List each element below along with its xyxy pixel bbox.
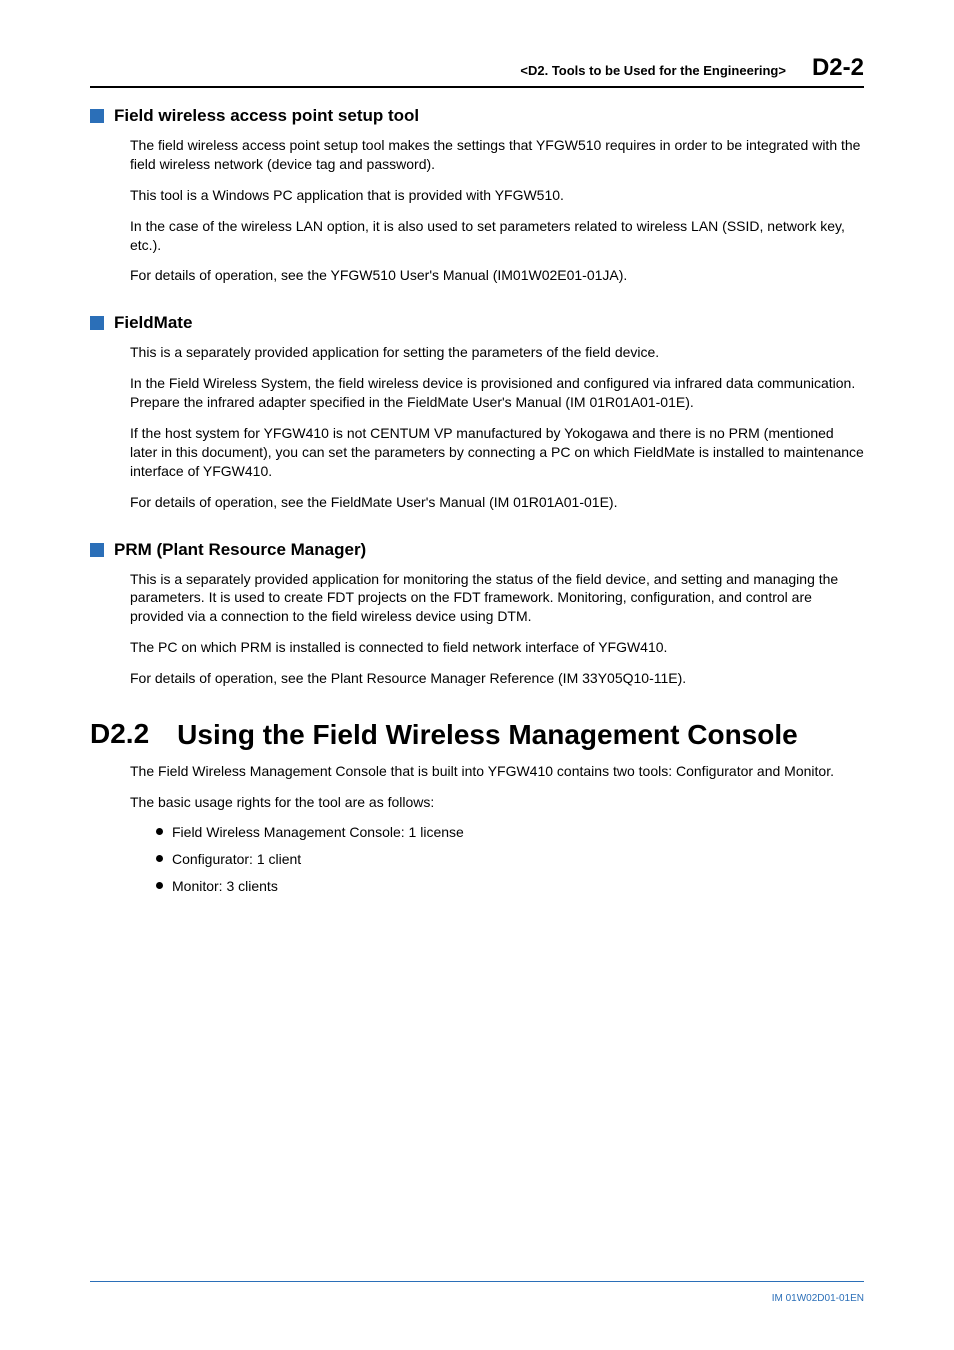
square-bullet-icon xyxy=(90,543,104,557)
chapter-number: D2.2 xyxy=(90,718,149,752)
paragraph: If the host system for YFGW410 is not CE… xyxy=(130,424,864,481)
paragraph: For details of operation, see the FieldM… xyxy=(130,493,864,512)
list-item: Field Wireless Management Console: 1 lic… xyxy=(156,823,864,842)
section-heading: FieldMate xyxy=(90,313,864,333)
paragraph: The Field Wireless Management Console th… xyxy=(130,762,864,781)
footer: IM 01W02D01-01EN xyxy=(90,1281,864,1306)
section-prm: PRM (Plant Resource Manager) This is a s… xyxy=(90,540,864,688)
chapter-title: Using the Field Wireless Management Cons… xyxy=(177,718,798,752)
section-title: PRM (Plant Resource Manager) xyxy=(114,540,366,560)
header-line: <D2. Tools to be Used for the Engineerin… xyxy=(90,54,864,88)
section-heading: Field wireless access point setup tool xyxy=(90,106,864,126)
section-title: Field wireless access point setup tool xyxy=(114,106,419,126)
paragraph: For details of operation, see the YFGW51… xyxy=(130,266,864,285)
paragraph: In the Field Wireless System, the field … xyxy=(130,374,864,412)
paragraph: This is a separately provided applicatio… xyxy=(130,343,864,362)
square-bullet-icon xyxy=(90,316,104,330)
paragraph: The basic usage rights for the tool are … xyxy=(130,793,864,812)
list-item: Configurator: 1 client xyxy=(156,850,864,869)
paragraph: The field wireless access point setup to… xyxy=(130,136,864,174)
section-fieldmate: FieldMate This is a separately provided … xyxy=(90,313,864,511)
footer-text: IM 01W02D01-01EN xyxy=(772,1293,864,1304)
page-content: <D2. Tools to be Used for the Engineerin… xyxy=(0,0,954,944)
paragraph: In the case of the wireless LAN option, … xyxy=(130,217,864,255)
paragraph: This tool is a Windows PC application th… xyxy=(130,186,864,205)
chapter-heading: D2.2 Using the Field Wireless Management… xyxy=(90,718,864,752)
paragraph: The PC on which PRM is installed is conn… xyxy=(130,638,864,657)
section-title: FieldMate xyxy=(114,313,192,333)
header-page: D2-2 xyxy=(812,54,864,82)
list-item: Monitor: 3 clients xyxy=(156,877,864,896)
section-field-wireless-access-point: Field wireless access point setup tool T… xyxy=(90,106,864,285)
paragraph: For details of operation, see the Plant … xyxy=(130,669,864,688)
bullet-list: Field Wireless Management Console: 1 lic… xyxy=(156,823,864,896)
section-heading: PRM (Plant Resource Manager) xyxy=(90,540,864,560)
square-bullet-icon xyxy=(90,109,104,123)
paragraph: This is a separately provided applicatio… xyxy=(130,570,864,627)
chapter-body: The Field Wireless Management Console th… xyxy=(130,762,864,812)
header-title: <D2. Tools to be Used for the Engineerin… xyxy=(520,63,786,78)
